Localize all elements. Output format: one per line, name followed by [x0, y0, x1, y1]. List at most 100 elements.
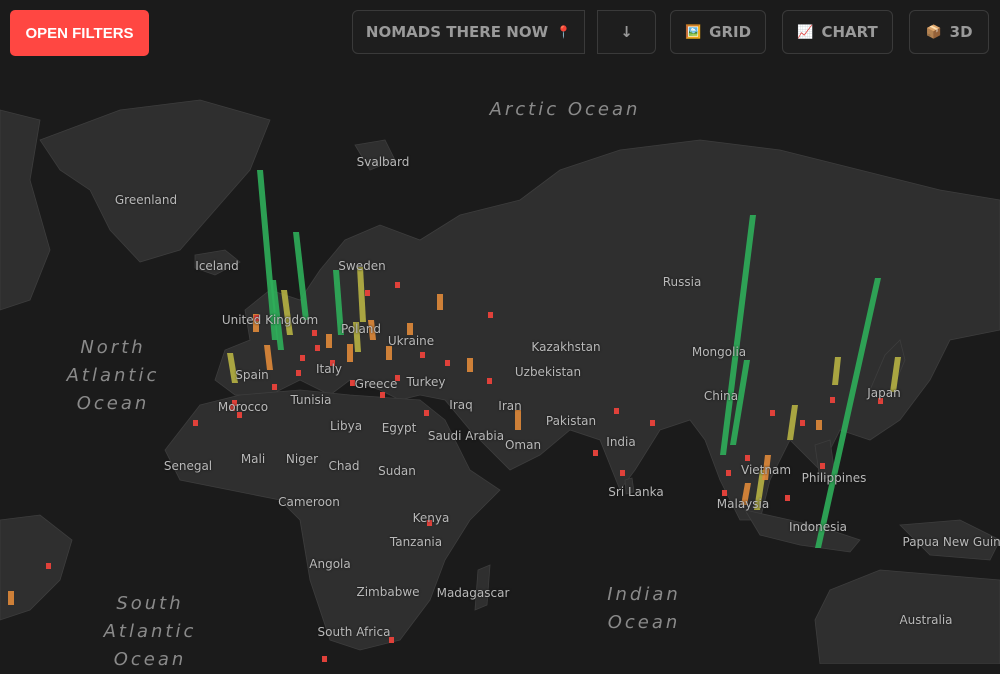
nomad-bar[interactable]: [296, 370, 301, 376]
nomad-bar[interactable]: [770, 410, 775, 416]
country-label-turkey: Turkey: [406, 375, 446, 389]
nomad-bar[interactable]: [488, 312, 493, 318]
grid-label: GRID: [709, 23, 752, 41]
country-label-chad: Chad: [328, 459, 360, 473]
country-label-australia: Australia: [899, 613, 953, 627]
nomad-bar[interactable]: [420, 352, 425, 358]
3d-view-button[interactable]: 📦 3D: [909, 10, 989, 54]
nomad-bar[interactable]: [395, 282, 400, 288]
country-label-mali: Mali: [240, 452, 266, 466]
nomad-bar[interactable]: [614, 408, 619, 414]
country-label-egypt: Egypt: [381, 421, 417, 435]
nomad-bar[interactable]: [315, 345, 320, 351]
country-label-china: China: [703, 389, 739, 403]
nomad-bar[interactable]: [272, 384, 277, 390]
country-label-united-kingdom: United Kingdom: [221, 313, 319, 327]
ocean-word: Atlantic: [103, 621, 197, 642]
country-label-saudi-arabia: Saudi Arabia: [427, 429, 505, 443]
nomad-bar[interactable]: [593, 450, 598, 456]
ocean-label-south-atlantic: South Atlantic Ocean: [104, 590, 197, 674]
nomad-bar[interactable]: [193, 420, 198, 426]
country-label-cameroon: Cameroon: [278, 495, 340, 509]
nomad-bar[interactable]: [515, 410, 521, 430]
nomad-bar[interactable]: [467, 358, 473, 372]
sort-select[interactable]: NOMADS THERE NOW 📍: [352, 10, 585, 54]
nomad-bar[interactable]: [650, 420, 655, 426]
nomad-bar[interactable]: [326, 334, 332, 348]
country-label-tanzania: Tanzania: [389, 535, 443, 549]
3d-label: 3D: [949, 23, 973, 41]
country-label-russia: Russia: [662, 275, 702, 289]
country-label-niger: Niger: [285, 452, 319, 466]
ocean-word: South: [116, 593, 184, 614]
nomad-bar[interactable]: [726, 470, 731, 476]
country-label-papua-new-guinea: Papua New Guinea: [902, 535, 1000, 549]
nomad-bar[interactable]: [347, 344, 353, 362]
nomad-bar[interactable]: [424, 410, 429, 416]
country-label-sudan: Sudan: [378, 464, 416, 478]
nomad-bar[interactable]: [620, 470, 625, 476]
nomad-bar[interactable]: [365, 290, 370, 296]
country-label-indonesia: Indonesia: [788, 520, 848, 534]
chart-label: CHART: [821, 23, 878, 41]
nomad-bar[interactable]: [785, 495, 790, 501]
nomad-bar[interactable]: [487, 378, 492, 384]
nomad-bar[interactable]: [380, 392, 385, 398]
country-label-ukraine: Ukraine: [387, 334, 435, 348]
nomad-bar[interactable]: [312, 330, 317, 336]
country-label-oman: Oman: [504, 438, 542, 452]
nomad-bar[interactable]: [445, 360, 450, 366]
ocean-label-north-atlantic: North Atlantic Ocean: [67, 334, 160, 418]
ocean-word: Atlantic: [66, 365, 160, 386]
nomad-bar[interactable]: [816, 420, 822, 430]
country-label-senegal: Senegal: [163, 459, 213, 473]
country-label-madagascar: Madagascar: [436, 586, 510, 600]
nomad-bar[interactable]: [830, 397, 835, 403]
nomad-bar[interactable]: [800, 420, 805, 426]
country-label-poland: Poland: [340, 322, 382, 336]
country-label-spain: Spain: [235, 368, 269, 382]
open-filters-button[interactable]: OPEN FILTERS: [10, 10, 149, 56]
grid-view-button[interactable]: 🖼️ GRID: [670, 10, 766, 54]
country-label-sweden: Sweden: [338, 259, 386, 273]
nomad-bar[interactable]: [745, 455, 750, 461]
ocean-word: Ocean: [76, 393, 150, 414]
box-icon: 📦: [925, 24, 942, 40]
country-label-greenland: Greenland: [114, 193, 178, 207]
ocean-label-indian: Indian Ocean: [607, 581, 681, 637]
country-label-philippines: Philippines: [801, 471, 867, 485]
country-label-pakistan: Pakistan: [545, 414, 597, 428]
nomad-bar[interactable]: [46, 563, 51, 569]
sort-direction-button[interactable]: ↓: [597, 10, 656, 54]
country-label-japan: Japan: [867, 386, 901, 400]
nomad-bar[interactable]: [386, 346, 392, 360]
country-label-kazakhstan: Kazakhstan: [531, 340, 601, 354]
country-label-svalbard: Svalbard: [356, 155, 410, 169]
country-label-mongolia: Mongolia: [691, 345, 747, 359]
country-label-greece: Greece: [354, 377, 398, 391]
country-label-malaysia: Malaysia: [716, 497, 770, 511]
ocean-word: Ocean: [607, 612, 681, 633]
country-label-uzbekistan: Uzbekistan: [514, 365, 582, 379]
chart-view-button[interactable]: 📈 CHART: [782, 10, 893, 54]
nomad-bar[interactable]: [8, 591, 14, 605]
country-label-india: India: [606, 435, 636, 449]
country-label-angola: Angola: [309, 557, 351, 571]
country-label-south-africa: South Africa: [317, 625, 391, 639]
nomad-bar[interactable]: [322, 656, 327, 662]
nomad-bar[interactable]: [722, 490, 727, 496]
ocean-word: North: [80, 337, 146, 358]
country-label-zimbabwe: Zimbabwe: [356, 585, 420, 599]
country-label-iran: Iran: [498, 399, 522, 413]
nomad-bar[interactable]: [300, 355, 305, 361]
chart-icon: 📈: [797, 24, 814, 40]
nomad-bar[interactable]: [437, 294, 443, 310]
sort-label: NOMADS THERE NOW: [365, 23, 549, 41]
nomad-bar[interactable]: [820, 463, 825, 469]
country-label-iceland: Iceland: [195, 259, 239, 273]
country-label-iraq: Iraq: [449, 398, 473, 412]
country-label-morocco: Morocco: [217, 400, 269, 414]
arrow-down-icon: ↓: [620, 23, 633, 41]
picture-icon: 🖼️: [684, 24, 702, 40]
country-label-italy: Italy: [315, 362, 343, 376]
